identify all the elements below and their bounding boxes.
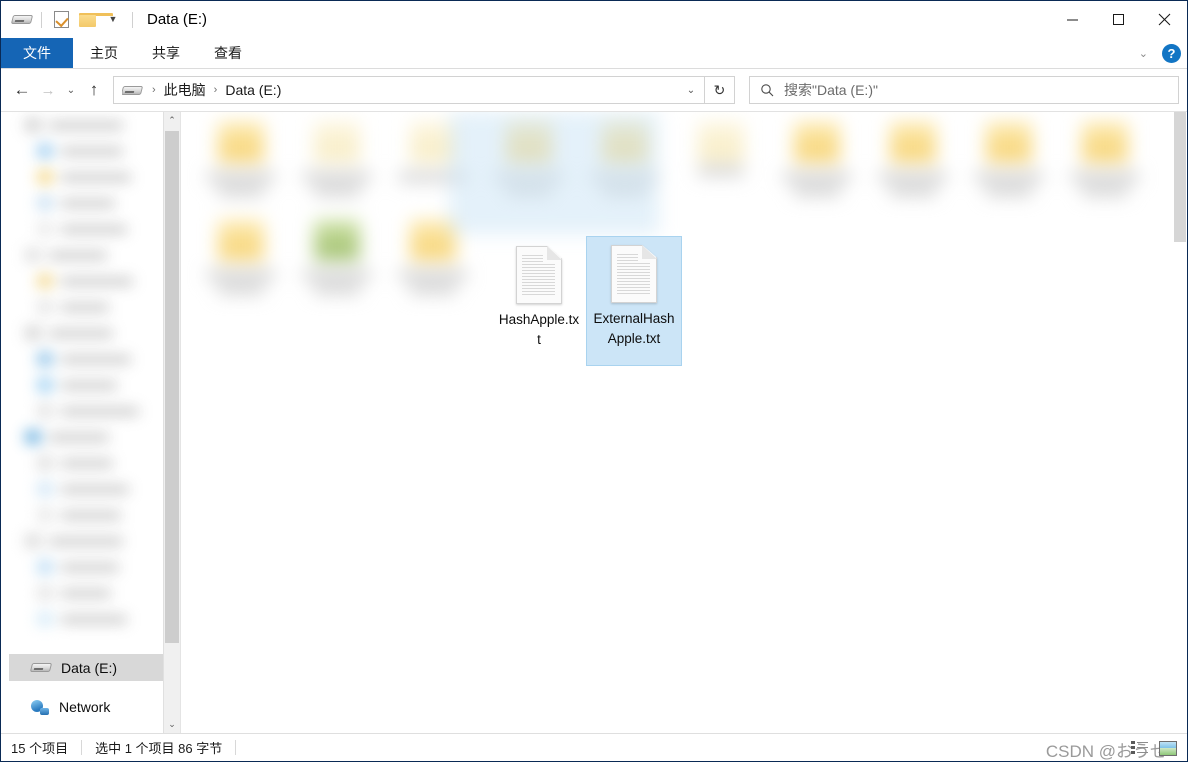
- customize-chevron-icon[interactable]: ▼: [100, 7, 126, 33]
- search-box[interactable]: 搜索"Data (E:)": [749, 76, 1179, 104]
- quick-access-toolbar: ▼ Data (E:): [1, 1, 207, 38]
- breadcrumb-item-this-pc[interactable]: 此电脑: [162, 80, 208, 100]
- blurred-selection-band: [449, 112, 659, 234]
- breadcrumb-drive-icon[interactable]: [122, 84, 144, 97]
- status-divider: [81, 740, 83, 755]
- status-divider-2: [235, 740, 237, 755]
- qat-divider-2: [132, 11, 133, 28]
- window-controls: [1049, 1, 1187, 38]
- refresh-button[interactable]: ↻: [705, 76, 735, 104]
- up-button[interactable]: ↑: [81, 75, 107, 105]
- status-bar: 15 个项目 选中 1 个项目 86 字节 CSDN @おうせ: [1, 733, 1187, 761]
- breadcrumb-separator-2: ›: [213, 84, 218, 96]
- content-scrollbar[interactable]: [1173, 112, 1187, 246]
- file-name-label: HashApple.txt: [498, 312, 580, 347]
- explorer-window: ▼ Data (E:) 文件 主页 共享 查看 ⌄ ? ← → ⌄ ↑ › 此电…: [0, 0, 1188, 762]
- chevron-down-icon[interactable]: ⌄: [1135, 47, 1152, 60]
- scroll-down-icon[interactable]: ⌄: [164, 716, 180, 733]
- help-icon[interactable]: ?: [1162, 44, 1181, 63]
- item-count-label: 15 个项目: [11, 741, 69, 756]
- sidebar-scrollbar-thumb[interactable]: [165, 131, 179, 643]
- maximize-button[interactable]: [1095, 1, 1141, 38]
- navigation-tree-blurred: [11, 112, 166, 655]
- back-button[interactable]: ←: [9, 75, 35, 105]
- tab-file[interactable]: 文件: [1, 38, 73, 68]
- breadcrumb-separator-1: ›: [152, 84, 156, 96]
- tab-view[interactable]: 查看: [197, 38, 259, 68]
- details-view-icon[interactable]: [1128, 738, 1150, 759]
- list-item[interactable]: HashApple.txt: [491, 238, 587, 350]
- navigation-pane: Data (E:) Network ⌃ ⌄: [1, 112, 181, 733]
- view-mode-buttons: [1128, 734, 1179, 762]
- search-placeholder: 搜索"Data (E:)": [784, 82, 878, 98]
- sidebar-scrollbar[interactable]: ⌃ ⌄: [163, 112, 180, 733]
- address-dropdown-icon[interactable]: ⌄: [678, 77, 704, 103]
- navigation-bar: ← → ⌄ ↑ › 此电脑 › Data (E:) ⌄ ↻ 搜索"Data (E…: [1, 69, 1187, 111]
- search-icon: [761, 84, 774, 97]
- window-title: Data (E:): [147, 11, 208, 28]
- breadcrumb-item-data-drive[interactable]: Data (E:): [223, 82, 283, 98]
- tab-share[interactable]: 共享: [135, 38, 197, 68]
- sidebar-item-label: Network: [59, 699, 111, 715]
- close-button[interactable]: [1141, 1, 1187, 38]
- breadcrumb: › 此电脑 › Data (E:): [122, 80, 678, 100]
- explorer-body: Data (E:) Network ⌃ ⌄ HashApple.txt Exte…: [1, 111, 1187, 733]
- text-file-icon: [516, 246, 562, 304]
- ribbon-tabs: 文件 主页 共享 查看 ⌄ ?: [1, 38, 1187, 69]
- title-bar: ▼ Data (E:): [1, 1, 1187, 38]
- new-folder-icon[interactable]: [74, 7, 113, 33]
- properties-icon[interactable]: [48, 7, 74, 33]
- network-icon: [31, 699, 49, 715]
- qat-divider-1: [41, 11, 42, 28]
- file-name-label: ExternalHashApple.txt: [593, 311, 675, 346]
- large-icons-view-icon[interactable]: [1157, 738, 1179, 759]
- selection-info-label: 选中 1 个项目 86 字节: [95, 741, 223, 756]
- blurred-row-1: [181, 112, 1169, 196]
- forward-button[interactable]: →: [35, 75, 61, 105]
- drive-icon[interactable]: [9, 7, 35, 33]
- list-item[interactable]: ExternalHashApple.txt: [586, 236, 682, 366]
- sidebar-item-network[interactable]: Network: [9, 694, 164, 720]
- text-file-icon: [611, 245, 657, 303]
- recent-locations-button[interactable]: ⌄: [61, 75, 81, 105]
- sidebar-item-label: Data (E:): [61, 659, 118, 676]
- file-list-pane[interactable]: HashApple.txt ExternalHashApple.txt: [181, 112, 1187, 733]
- sidebar-item-data-drive[interactable]: Data (E:): [9, 654, 164, 681]
- scroll-up-icon[interactable]: ⌃: [164, 112, 180, 129]
- minimize-button[interactable]: [1049, 1, 1095, 38]
- ribbon-right-controls: ⌄ ?: [1135, 38, 1181, 69]
- drive-icon: [29, 661, 53, 674]
- tab-home[interactable]: 主页: [73, 38, 135, 68]
- content-scrollbar-thumb[interactable]: [1174, 112, 1186, 242]
- address-bar[interactable]: › 此电脑 › Data (E:) ⌄: [113, 76, 705, 104]
